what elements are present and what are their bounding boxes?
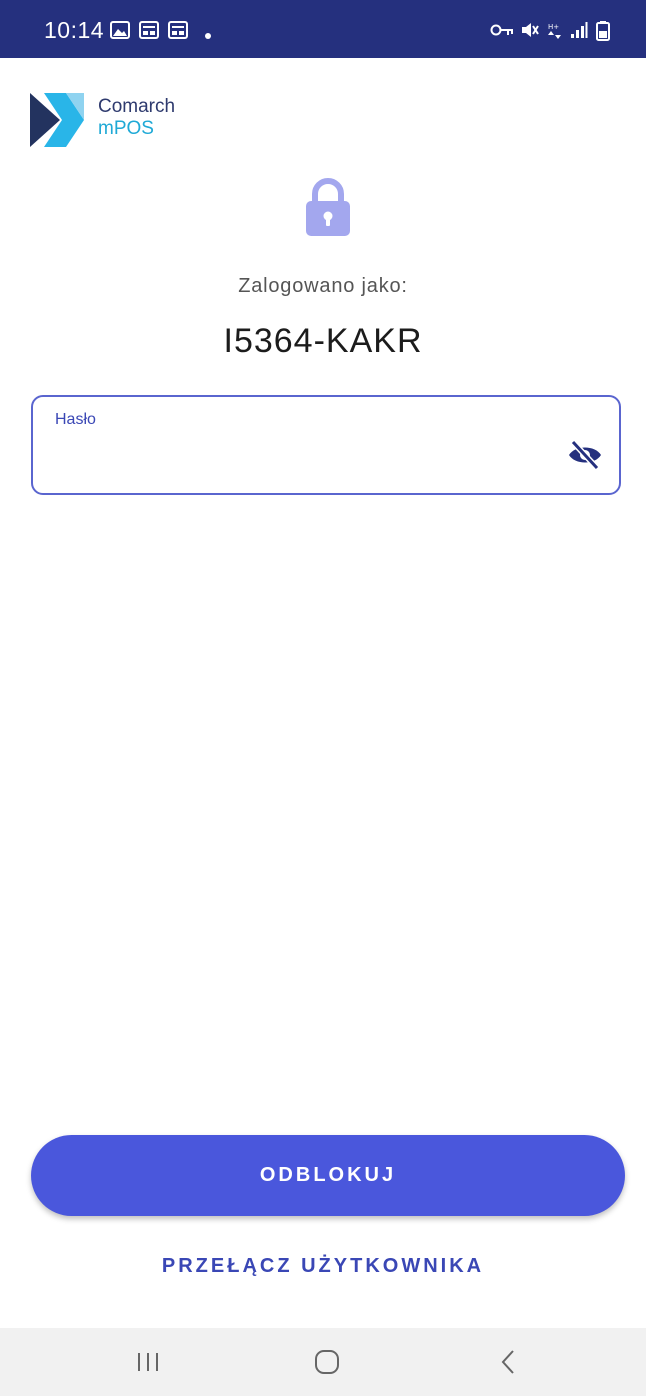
vibrate-mute-icon	[521, 21, 539, 44]
username: I5364-KAKR	[223, 322, 423, 360]
lock-icon	[303, 177, 353, 237]
comarch-logo: Comarch mPOS	[30, 93, 200, 147]
data-arrows-icon: H+	[547, 21, 565, 44]
password-label: Hasło	[55, 411, 96, 428]
recent-apps-icon[interactable]	[128, 1346, 168, 1378]
status-time: 10:14	[44, 17, 105, 43]
message-icon	[168, 21, 188, 44]
back-icon[interactable]	[488, 1346, 528, 1378]
logo-text-mpos: mPOS	[98, 118, 154, 139]
switch-user-button[interactable]: PRZEŁĄCZ UŻYTKOWNIKA	[0, 1255, 646, 1278]
status-icons-right: H+	[490, 21, 616, 41]
password-field[interactable]: Hasło	[31, 395, 621, 495]
message-icon	[139, 21, 159, 44]
logo-text-comarch: Comarch	[98, 96, 176, 117]
status-bar: 10:14 H+	[0, 0, 646, 58]
svg-text:H+: H+	[548, 23, 559, 31]
battery-icon	[596, 21, 610, 46]
comarch-logo-icon	[30, 93, 84, 147]
key-icon	[490, 23, 514, 42]
navigation-bar	[0, 1328, 646, 1396]
unlock-button[interactable]: ODBLOKUJ	[31, 1135, 625, 1216]
dot-icon	[204, 27, 212, 45]
eye-off-icon[interactable]	[567, 439, 603, 471]
home-icon[interactable]	[307, 1346, 347, 1378]
signal-icon	[570, 21, 588, 44]
password-input[interactable]	[53, 439, 567, 481]
unlock-screen: 10:14 H+ Comarch mPOS Zalogowano jako: I…	[0, 0, 646, 1396]
logged-in-as-label: Zalogowano jako:	[238, 275, 408, 297]
gallery-icon	[110, 21, 130, 44]
